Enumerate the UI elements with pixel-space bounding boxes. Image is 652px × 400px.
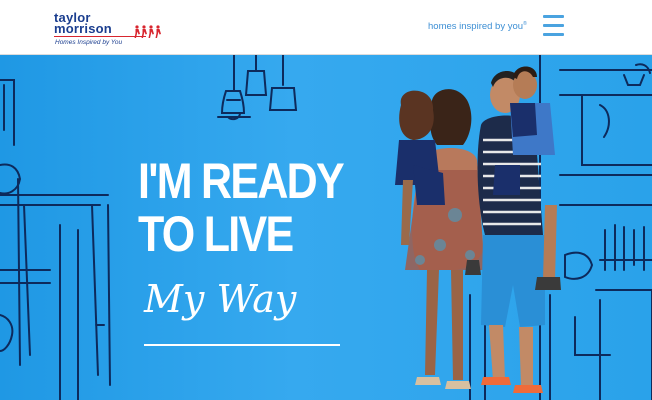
headline-line1: I'M READY — [138, 153, 345, 209]
taylor-morrison-logo[interactable]: taylor morrison Homes Inspired by You — [54, 11, 164, 48]
header-tagline-text: homes inspired by you — [428, 21, 524, 33]
hero-banner: I'M READY TO LIVE My Way — [0, 55, 652, 400]
site-header: taylor morrison Homes Inspired by You ho… — [0, 0, 652, 55]
logo-divider — [54, 36, 146, 37]
menu-bar-middle — [543, 24, 564, 27]
menu-bar-bottom — [543, 33, 564, 36]
hero-headline: I'M READY TO LIVE — [138, 153, 345, 262]
script-underline — [144, 344, 340, 346]
logo-name-line2: morrison — [54, 21, 112, 36]
logo-wordmark: taylor morrison — [54, 11, 112, 36]
registered-mark: ® — [523, 21, 527, 27]
headline-line2: TO LIVE — [138, 206, 294, 262]
logo-people-icon — [134, 25, 161, 38]
menu-bar-top — [543, 15, 564, 18]
logo-tagline: Homes Inspired by You — [55, 39, 123, 46]
header-tagline: homes inspired by you® — [428, 21, 527, 32]
hero-script-text: My Way — [144, 277, 297, 321]
hamburger-menu-icon[interactable] — [543, 15, 564, 37]
family-photo — [395, 66, 561, 393]
